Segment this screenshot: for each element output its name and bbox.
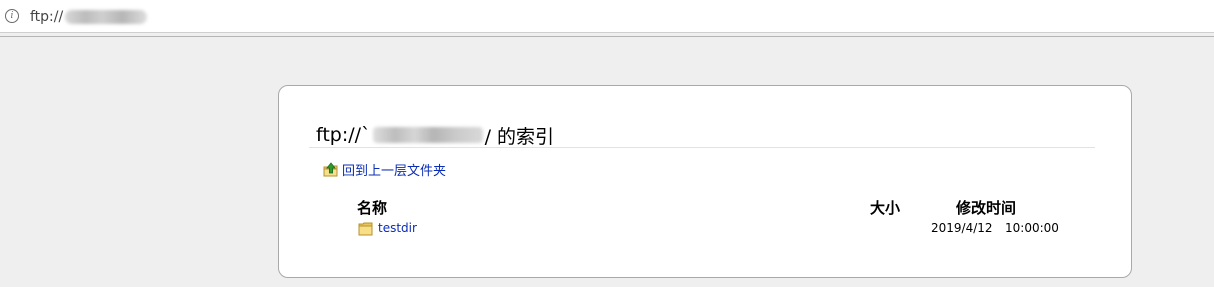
parent-directory-label: 回到上一层文件夹 bbox=[342, 163, 447, 179]
entry-link[interactable]: testdir bbox=[358, 218, 417, 238]
entry-name: testdir bbox=[378, 221, 417, 235]
page-title: ftp://` / 的索引 bbox=[316, 122, 554, 148]
redacted-title-host bbox=[372, 127, 483, 143]
table-row: testdir 2019/4/12 10:00:00 bbox=[358, 218, 1078, 238]
address-bar[interactable]: i ftp:// bbox=[0, 0, 1214, 33]
redacted-host bbox=[65, 10, 148, 24]
parent-directory-link[interactable]: 回到上一层文件夹 bbox=[323, 159, 446, 179]
entry-time: 10:00:00 bbox=[1005, 221, 1059, 235]
column-header-size[interactable]: 大小 bbox=[870, 196, 900, 218]
column-header-modified[interactable]: 修改时间 bbox=[956, 196, 1016, 218]
title-prefix: ftp://` bbox=[316, 124, 371, 146]
directory-listing-panel: ftp://` / 的索引 回到上一层文件夹 名称 大小 修改时间 testdi… bbox=[278, 85, 1132, 278]
up-folder-icon bbox=[323, 161, 338, 177]
toolbar-divider bbox=[0, 36, 1214, 37]
entry-date: 2019/4/12 bbox=[931, 221, 993, 235]
title-divider bbox=[309, 147, 1095, 148]
url-prefix: ftp:// bbox=[30, 9, 64, 25]
address-url[interactable]: ftp:// bbox=[30, 8, 148, 26]
folder-icon bbox=[358, 221, 373, 236]
title-suffix: / 的索引 bbox=[484, 125, 555, 148]
info-icon[interactable]: i bbox=[5, 9, 19, 23]
column-header-name[interactable]: 名称 bbox=[357, 196, 387, 218]
